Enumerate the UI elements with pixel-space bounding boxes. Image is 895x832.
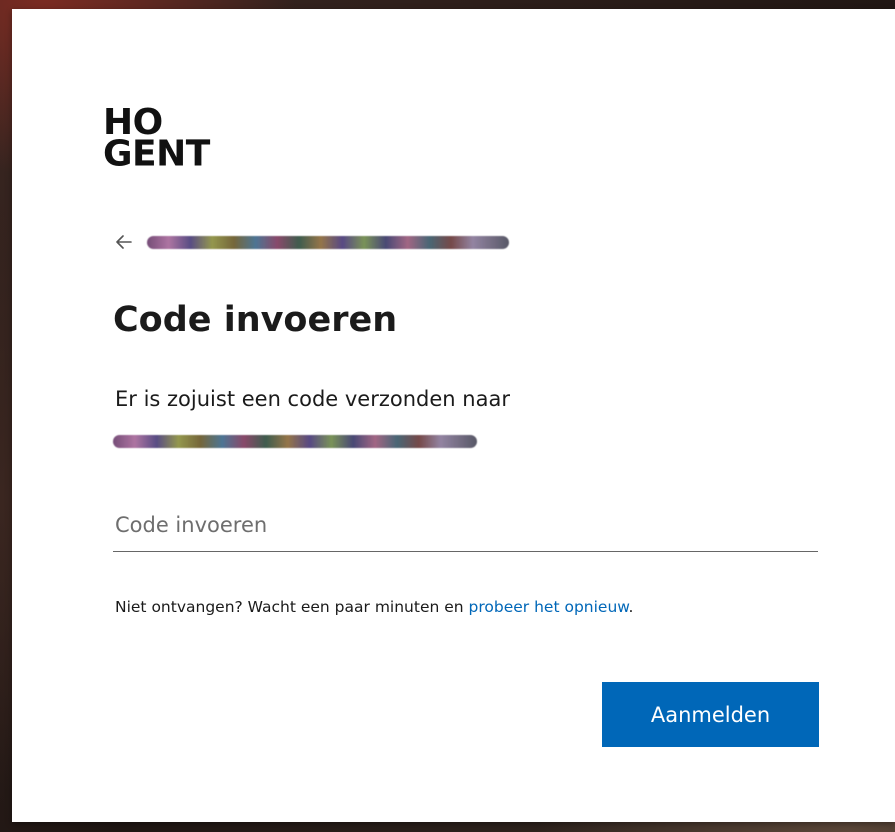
identity-row [113,229,509,255]
sign-in-button[interactable]: Aanmelden [602,682,819,747]
signin-card: HO GENT Code invoeren Er is zojuist een … [12,9,895,822]
code-input[interactable] [113,498,818,552]
redacted-email [147,235,509,249]
arrow-left-icon[interactable] [113,231,135,253]
resend-notice: Niet ontvangen? Wacht een paar minuten e… [115,595,633,619]
resend-text: Niet ontvangen? Wacht een paar minuten e… [115,598,469,616]
retry-link[interactable]: probeer het opnieuw [469,598,629,616]
hogent-logo: HO GENT [103,105,210,175]
resend-suffix: . [628,598,634,616]
redacted-recipient [113,435,477,448]
logo-line-2: GENT [103,134,210,175]
page-title: Code invoeren [113,300,398,340]
code-sent-description: Er is zojuist een code verzonden naar [115,387,510,411]
